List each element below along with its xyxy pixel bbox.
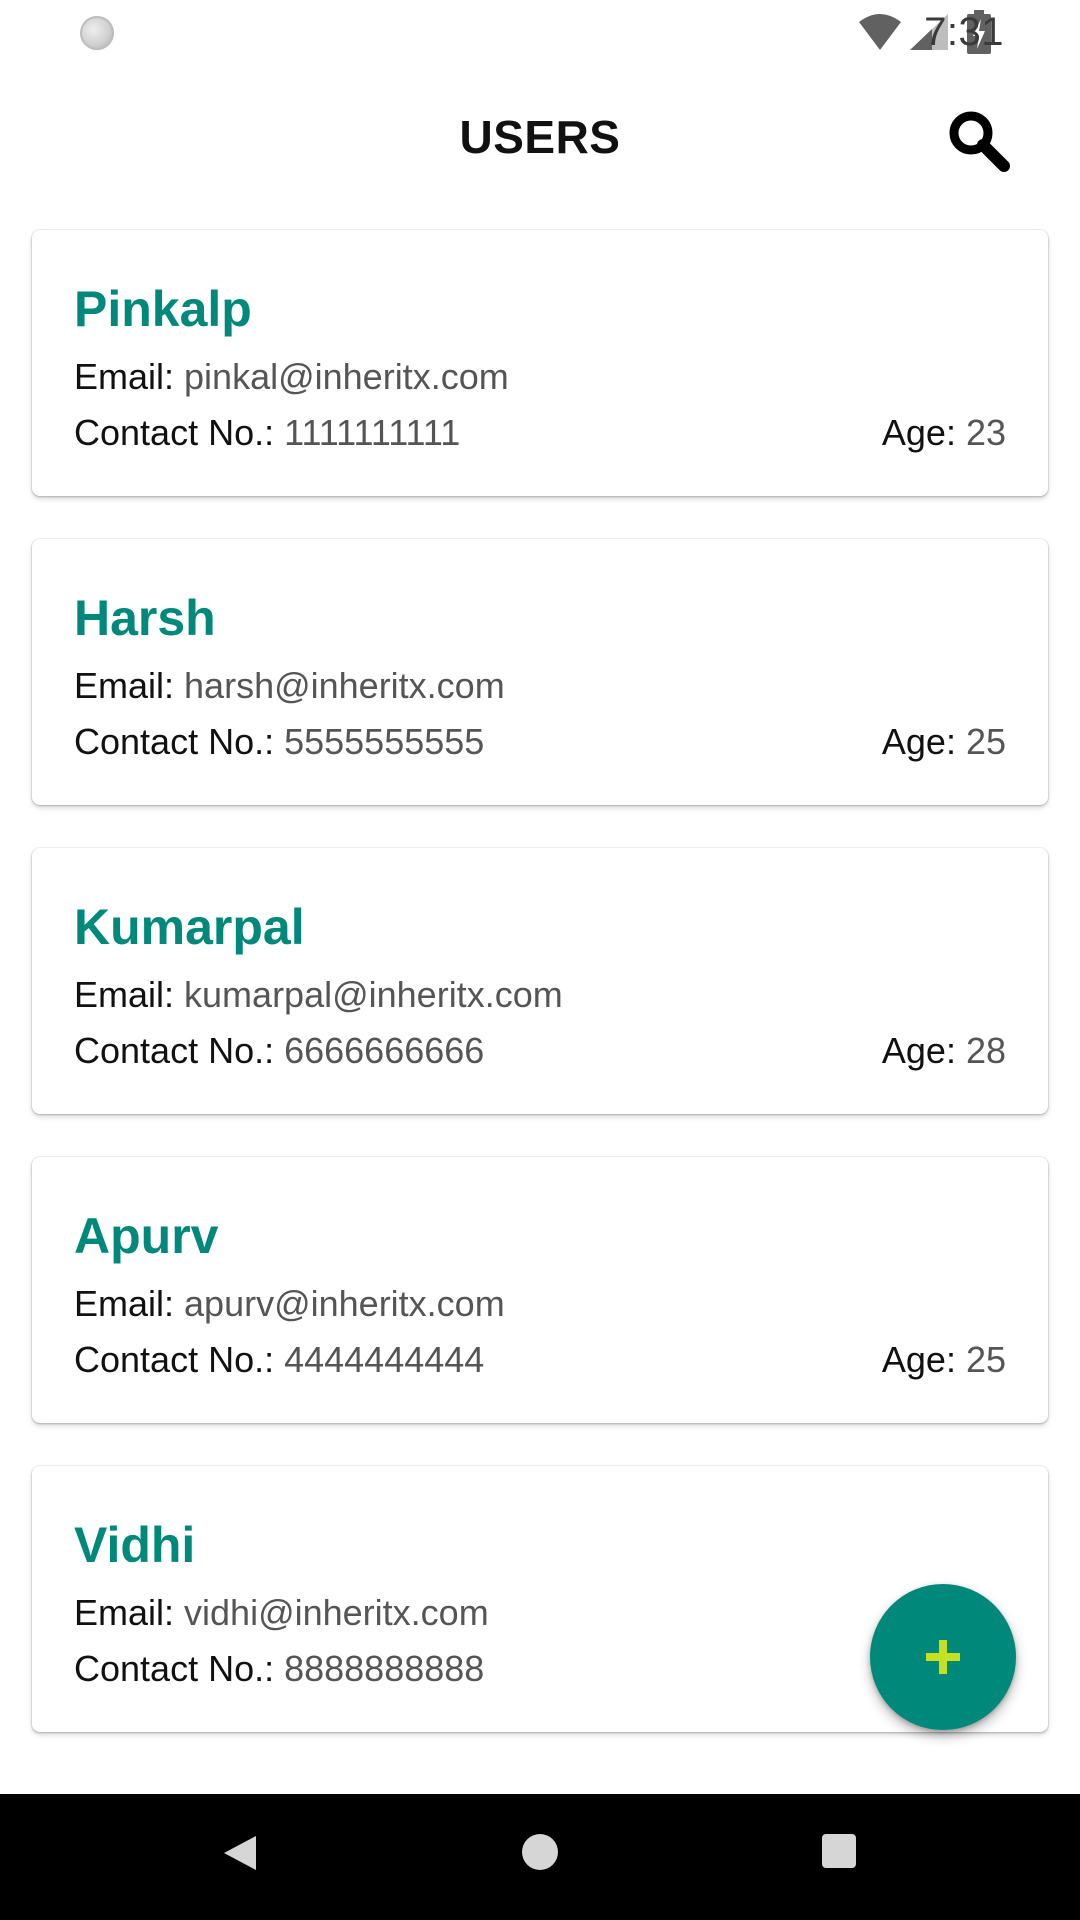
sync-notification-icon [80, 16, 114, 50]
search-button[interactable] [940, 102, 1016, 178]
age-label: Age: [881, 412, 966, 453]
user-name: Harsh [74, 590, 216, 646]
user-contact: 5555555555 [284, 721, 485, 762]
screen: 7:31 USERS Pinkalp Email: pinkal@inherit… [0, 0, 1080, 1920]
contact-label: Contact No.: [74, 1339, 285, 1380]
user-contact: 1111111111 [284, 412, 461, 453]
user-name: Apurv [74, 1208, 219, 1264]
user-card[interactable]: Kumarpal Email: kumarpal@inheritx.com Co… [32, 848, 1048, 1114]
user-contact-row: Contact No.: 6666666666 [74, 1030, 484, 1072]
contact-label: Contact No.: [74, 1030, 285, 1071]
user-contact-row: Contact No.: 5555555555 [74, 721, 484, 763]
user-email-row: Email: pinkal@inheritx.com [74, 356, 509, 398]
plus-icon [926, 1640, 960, 1674]
user-name: Vidhi [74, 1517, 196, 1573]
age-label: Age: [881, 1339, 966, 1380]
user-age: 25 [965, 721, 1006, 762]
user-age-row: Age: 25 [882, 721, 1006, 763]
user-age: 25 [965, 1339, 1006, 1380]
system-nav-bar [0, 1794, 1080, 1920]
user-age: 28 [965, 1030, 1006, 1071]
email-label: Email: [74, 1592, 185, 1633]
user-contact-row: Contact No.: 8888888888 [74, 1648, 484, 1690]
email-label: Email: [74, 974, 185, 1015]
age-label: Age: [881, 1030, 966, 1071]
page-title: USERS [459, 111, 621, 163]
user-contact: 8888888888 [284, 1648, 485, 1689]
app-bar: USERS [0, 66, 1080, 212]
user-age: 23 [965, 412, 1006, 453]
contact-label: Contact No.: [74, 721, 285, 762]
user-email-row: Email: kumarpal@inheritx.com [74, 974, 563, 1016]
user-email: kumarpal@inheritx.com [184, 974, 563, 1015]
contact-label: Contact No.: [74, 412, 285, 453]
user-email: vidhi@inheritx.com [184, 1592, 489, 1633]
user-contact: 4444444444 [284, 1339, 485, 1380]
user-age-row: Age: 28 [882, 1030, 1006, 1072]
recents-icon[interactable] [822, 1834, 856, 1868]
user-email: pinkal@inheritx.com [184, 356, 509, 397]
user-age-row: Age: 25 [882, 1339, 1006, 1381]
user-email: apurv@inheritx.com [184, 1283, 505, 1324]
back-icon[interactable] [222, 1834, 258, 1872]
add-user-button[interactable] [870, 1584, 1016, 1730]
status-icons: 7:31 [780, 0, 1080, 66]
contact-label: Contact No.: [74, 1648, 285, 1689]
user-name: Kumarpal [74, 899, 305, 955]
user-list: Pinkalp Email: pinkal@inheritx.com Conta… [32, 230, 1048, 1775]
email-label: Email: [74, 665, 185, 706]
user-contact: 6666666666 [284, 1030, 485, 1071]
home-icon[interactable] [522, 1834, 558, 1870]
user-contact-row: Contact No.: 4444444444 [74, 1339, 484, 1381]
wifi-icon [859, 14, 901, 50]
user-email: harsh@inheritx.com [184, 665, 505, 706]
user-age-row: Age: 23 [882, 412, 1006, 454]
user-contact-row: Contact No.: 1111111111 [74, 412, 460, 454]
user-email-row: Email: apurv@inheritx.com [74, 1283, 505, 1325]
email-label: Email: [74, 356, 185, 397]
age-label: Age: [881, 721, 966, 762]
user-email-row: Email: harsh@inheritx.com [74, 665, 505, 707]
search-icon [949, 111, 1010, 172]
user-email-row: Email: vidhi@inheritx.com [74, 1592, 489, 1634]
user-name: Pinkalp [74, 281, 252, 337]
status-time: 7:31 [924, 10, 1004, 54]
user-card[interactable]: Pinkalp Email: pinkal@inheritx.com Conta… [32, 230, 1048, 496]
status-bar: 7:31 [0, 0, 1080, 66]
user-card[interactable]: Harsh Email: harsh@inheritx.com Contact … [32, 539, 1048, 805]
user-card[interactable]: Apurv Email: apurv@inheritx.com Contact … [32, 1157, 1048, 1423]
email-label: Email: [74, 1283, 185, 1324]
